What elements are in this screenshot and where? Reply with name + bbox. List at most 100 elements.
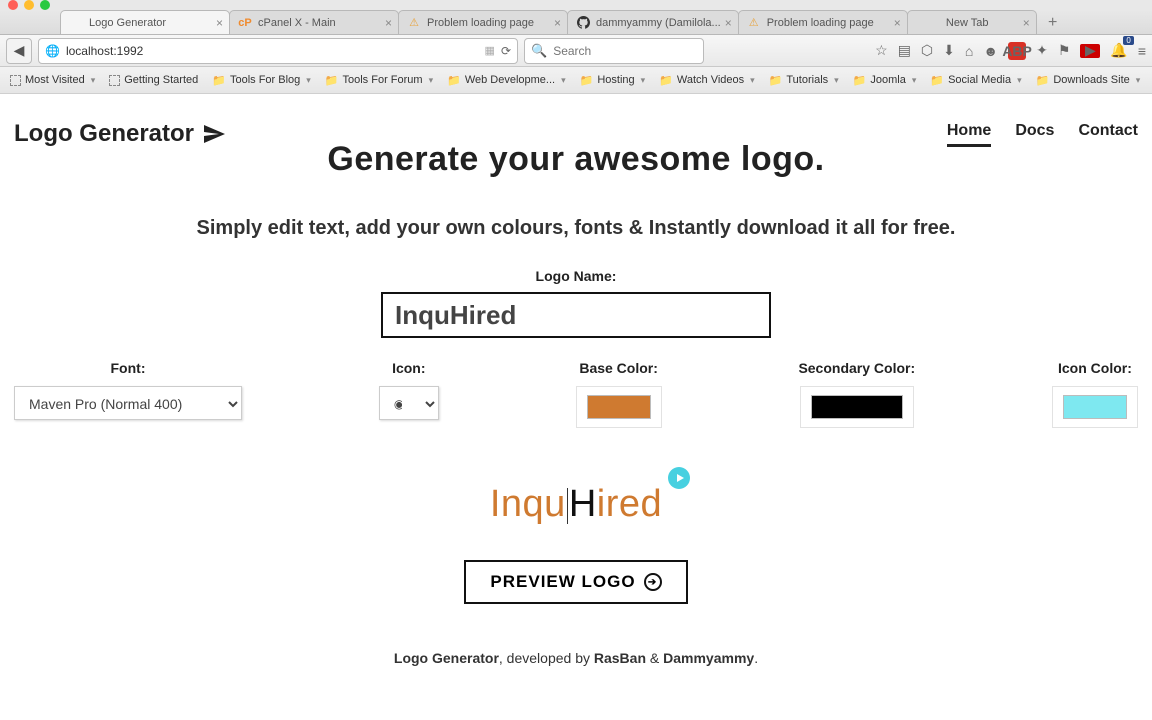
star-icon[interactable]: ☆: [875, 42, 888, 59]
chevron-down-icon: ▾: [1017, 75, 1022, 86]
arrow-right-icon: ➔: [644, 573, 662, 591]
footer-author1: RasBan: [594, 650, 646, 666]
bookmark-most-visited[interactable]: Most Visited▾: [4, 72, 101, 88]
tab-problem-loading-1[interactable]: ⚠ Problem loading page ×: [398, 10, 568, 34]
tab-github[interactable]: dammyammy (Damilola... ×: [567, 10, 739, 34]
window-close-dot[interactable]: [8, 0, 18, 10]
chevron-down-icon: ▾: [429, 75, 434, 86]
bookmark-label: Tutorials: [786, 74, 828, 86]
page-content: Logo Generator Home Docs Contact Generat…: [0, 94, 1152, 686]
chevron-down-icon: ▾: [91, 75, 96, 86]
main-nav: Home Docs Contact: [947, 122, 1138, 147]
icon-control: Icon: ◉: [379, 360, 439, 431]
list-icon[interactable]: ▤: [898, 42, 911, 59]
tab-close-icon[interactable]: ×: [1023, 16, 1030, 30]
brand-logo[interactable]: Logo Generator: [14, 120, 226, 148]
tab-title: Problem loading page: [427, 17, 550, 29]
url-input[interactable]: [66, 44, 479, 58]
chevron-down-icon: ▾: [641, 75, 646, 86]
tab-close-icon[interactable]: ×: [725, 16, 732, 30]
bookmark-tools-forum[interactable]: 📁Tools For Forum▾: [319, 72, 439, 89]
bookmark-watch-videos[interactable]: 📁Watch Videos▾: [653, 72, 761, 89]
download-icon[interactable]: ⬇: [943, 42, 955, 59]
bookmark-social-media[interactable]: 📁Social Media▾: [924, 72, 1027, 89]
warning-icon: ⚠: [407, 16, 421, 30]
back-button[interactable]: ◀: [6, 38, 32, 64]
tab-title: cPanel X - Main: [258, 17, 381, 29]
search-bar[interactable]: 🔍: [524, 38, 704, 64]
blank-favicon: [69, 16, 83, 30]
cpanel-favicon: cP: [238, 16, 252, 30]
folder-icon: 📁: [580, 74, 594, 87]
notification-icon[interactable]: 🔔: [1110, 42, 1127, 59]
extension-icon-2[interactable]: ⚑: [1058, 42, 1071, 59]
chevron-down-icon: ▾: [1136, 75, 1141, 86]
search-input[interactable]: [553, 44, 697, 58]
reload-icon[interactable]: ⟳: [501, 44, 511, 58]
tab-close-icon[interactable]: ×: [554, 16, 561, 30]
address-bar[interactable]: 🌐 ▦ ⟳: [38, 38, 518, 64]
footer-end: .: [754, 650, 758, 666]
logoname-label: Logo Name:: [536, 268, 617, 284]
tab-logo-generator[interactable]: Logo Generator ×: [60, 10, 230, 34]
home-icon[interactable]: ⌂: [965, 43, 973, 59]
brand-name: Logo Generator: [14, 120, 194, 148]
chevron-down-icon: ▾: [834, 75, 839, 86]
window-minimize-dot[interactable]: [24, 0, 34, 10]
bookmark-label: Tools For Forum: [343, 74, 423, 86]
seccolor-swatch[interactable]: [811, 395, 903, 419]
tab-new-tab[interactable]: New Tab ×: [907, 10, 1037, 34]
toolbar-icons: ☆ ▤ ⬡ ⬇ ⌂ ☻ ABP ✦ ⚑ ▶ 🔔 ≡: [875, 42, 1146, 60]
bookmark-web-dev[interactable]: 📁Web Developme...▾: [441, 72, 572, 89]
bookmark-hosting[interactable]: 📁Hosting▾: [574, 72, 652, 89]
logo-part3: ired: [597, 483, 662, 525]
tab-title: Logo Generator: [89, 17, 212, 29]
tab-close-icon[interactable]: ×: [216, 16, 223, 30]
iconcolor-swatch[interactable]: [1063, 395, 1127, 419]
bookmark-label: Joomla: [870, 74, 905, 86]
folder-icon: 📁: [212, 74, 226, 87]
bookmark-label: Tools For Blog: [230, 74, 300, 86]
window-zoom-dot[interactable]: [40, 0, 50, 10]
nav-docs[interactable]: Docs: [1015, 122, 1054, 147]
bookmark-tools-blog[interactable]: 📁Tools For Blog▾: [206, 72, 317, 89]
bookmark-joomla[interactable]: 📁Joomla▾: [847, 72, 923, 89]
basecolor-swatch[interactable]: [587, 395, 651, 419]
tab-problem-loading-2[interactable]: ⚠ Problem loading page ×: [738, 10, 908, 34]
iconcolor-control: Icon Color:: [1052, 360, 1138, 431]
nav-contact[interactable]: Contact: [1078, 122, 1138, 147]
iconcolor-label: Icon Color:: [1052, 360, 1138, 376]
logo-name-input[interactable]: [381, 292, 771, 338]
chevron-down-icon: ▾: [750, 75, 755, 86]
reader-icon[interactable]: ▦: [485, 44, 495, 57]
youtube-icon[interactable]: ▶: [1080, 44, 1100, 58]
icon-label: Icon:: [379, 360, 439, 376]
logo-preview: InquHired: [490, 483, 662, 526]
tab-cpanel[interactable]: cP cPanel X - Main ×: [229, 10, 399, 34]
bookmarks-bar: Most Visited▾ Getting Started 📁 Tools For…: [0, 67, 1152, 94]
pocket-icon[interactable]: ⬡: [921, 42, 933, 59]
chevron-down-icon: ▾: [912, 75, 917, 86]
basecolor-label: Base Color:: [576, 360, 662, 376]
tab-strip: Logo Generator × cP cPanel X - Main × ⚠ …: [0, 10, 1152, 35]
bookmark-label: Getting Started: [124, 74, 198, 86]
logo-part2: H: [569, 483, 597, 525]
footer-text: , developed by: [499, 650, 594, 666]
new-tab-button[interactable]: +: [1042, 12, 1064, 34]
nav-home[interactable]: Home: [947, 122, 991, 147]
adblock-icon[interactable]: ABP: [1008, 42, 1026, 60]
bookmark-getting-started[interactable]: Getting Started: [103, 72, 204, 88]
font-select[interactable]: Maven Pro (Normal 400): [15, 387, 241, 421]
menu-icon[interactable]: ≡: [1138, 43, 1146, 59]
extension-icon[interactable]: ✦: [1036, 42, 1048, 59]
tab-close-icon[interactable]: ×: [894, 16, 901, 30]
bookmark-tutorials[interactable]: 📁Tutorials▾: [763, 72, 845, 89]
icon-select[interactable]: ◉: [380, 387, 438, 421]
face-icon[interactable]: ☻: [983, 43, 998, 59]
tab-close-icon[interactable]: ×: [385, 16, 392, 30]
folder-icon: 📁: [659, 74, 673, 87]
preview-button-label: PREVIEW LOGO: [490, 572, 635, 592]
preview-logo-button[interactable]: PREVIEW LOGO ➔: [464, 560, 687, 604]
bookmark-downloads-site[interactable]: 📁Downloads Site▾: [1030, 72, 1147, 89]
footer-author2: Dammyammy: [663, 650, 754, 666]
